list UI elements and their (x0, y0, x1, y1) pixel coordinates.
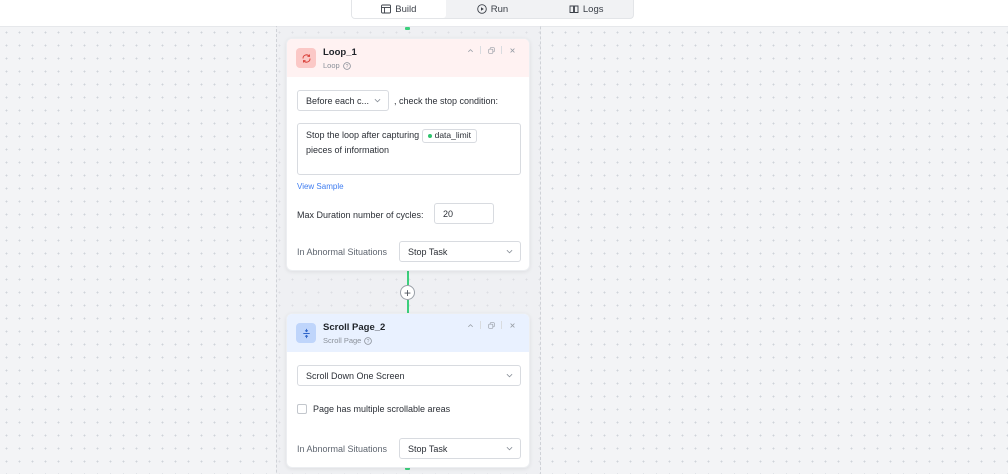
loop-icon (302, 53, 310, 63)
build-icon (381, 4, 392, 14)
loop-node-title: Loop_1 (323, 47, 357, 58)
view-sample-link[interactable]: View Sample (297, 182, 344, 191)
scroll-node-type: Scroll Page (323, 336, 362, 345)
tab-build-label: Build (395, 3, 417, 15)
run-icon (477, 4, 487, 14)
scroll-type-value: Scroll Down One Screen (306, 370, 405, 381)
loop-node-header: Loop_1 Loop ? (287, 39, 529, 77)
tab-run[interactable]: Run (446, 0, 540, 18)
loop-node-actions (462, 44, 520, 56)
chevron-down-icon (506, 446, 513, 451)
abnormal-value: Stop Task (408, 443, 448, 454)
help-icon[interactable]: ? (364, 336, 373, 345)
connector-top (405, 27, 410, 30)
abnormal-select[interactable]: Stop Task (399, 241, 521, 262)
scroll-node-header: Scroll Page_2 Scroll Page ? (287, 314, 529, 352)
abnormal-label: In Abnormal Situations (297, 247, 388, 257)
scroll-icon (302, 328, 310, 338)
abnormal-value: Stop Task (408, 246, 448, 257)
collapse-icon[interactable] (462, 44, 478, 56)
copy-icon[interactable] (483, 44, 499, 56)
tab-logs[interactable]: Logs (539, 0, 633, 18)
logs-icon (569, 5, 579, 13)
loop-node-type: Loop (323, 61, 340, 70)
loop-timing-value: Before each c... (306, 95, 370, 106)
tab-run-label: Run (490, 3, 509, 15)
scroll-node-actions (462, 319, 520, 331)
tab-logs-label: Logs (582, 3, 604, 15)
max-duration-input[interactable]: 20 (434, 203, 494, 224)
max-duration-label: Max Duration number of cycles: (297, 210, 424, 220)
connector-line (407, 300, 409, 314)
tab-build[interactable]: Build (352, 0, 446, 18)
view-tabs: Build Run Logs (351, 0, 634, 19)
multiple-areas-checkbox[interactable] (297, 404, 307, 414)
scroll-node-subtitle: Scroll Page ? (323, 336, 373, 345)
stop-condition-editor[interactable]: Stop the loop after capturing data_limit… (297, 123, 521, 175)
scroll-node-card[interactable]: Scroll Page_2 Scroll Page ? Scroll Down … (286, 313, 530, 468)
add-step-button[interactable]: + (400, 285, 415, 300)
loop-node-icon (296, 48, 316, 68)
condition-prefix-text: Stop the loop after capturing (306, 130, 420, 140)
top-bar: Build Run Logs (0, 0, 1008, 27)
abnormal-label: In Abnormal Situations (297, 444, 388, 454)
condition-tail-text: pieces of information (306, 145, 390, 155)
scroll-node-title: Scroll Page_2 (323, 322, 386, 333)
close-icon[interactable] (504, 44, 520, 56)
scroll-type-select[interactable]: Scroll Down One Screen (297, 365, 521, 386)
help-icon[interactable]: ? (342, 61, 351, 70)
loop-timing-select[interactable]: Before each c... (297, 90, 389, 111)
svg-text:?: ? (367, 338, 370, 344)
collapse-icon[interactable] (462, 319, 478, 331)
condition-suffix-label: , check the stop condition: (394, 96, 499, 106)
variable-dot (427, 133, 432, 138)
variable-chip-label: data_limit (434, 130, 471, 141)
loop-node-card[interactable]: Loop_1 Loop ? Before each c... , check t… (286, 38, 530, 271)
connector-line (407, 271, 409, 285)
variable-chip[interactable]: data_limit (421, 128, 477, 143)
scroll-node-icon (296, 323, 316, 343)
close-icon[interactable] (504, 319, 520, 331)
chevron-down-icon (506, 249, 513, 254)
svg-text:?: ? (345, 63, 348, 69)
multiple-areas-label: Page has multiple scrollable areas (313, 404, 451, 414)
abnormal-select[interactable]: Stop Task (399, 438, 521, 459)
chevron-down-icon (374, 98, 381, 103)
chevron-down-icon (506, 373, 513, 378)
loop-node-subtitle: Loop ? (323, 61, 351, 70)
copy-icon[interactable] (483, 319, 499, 331)
